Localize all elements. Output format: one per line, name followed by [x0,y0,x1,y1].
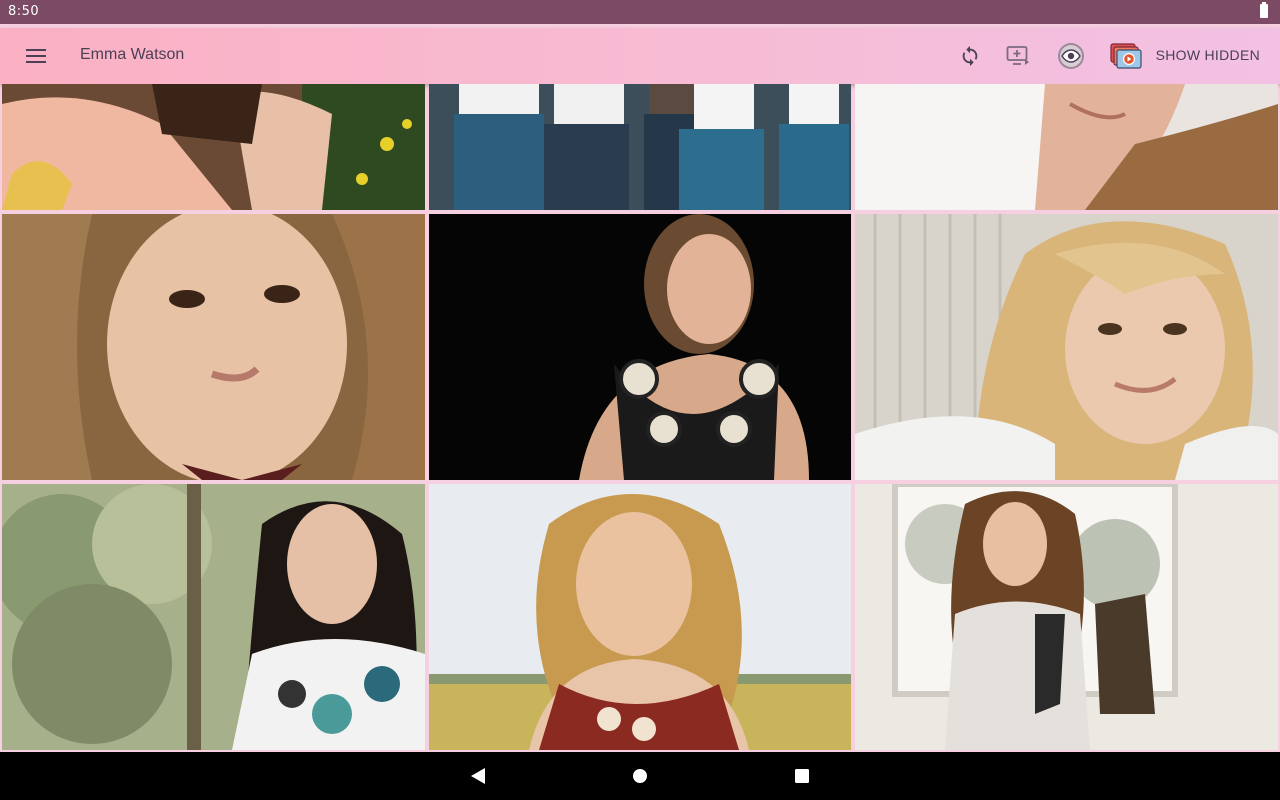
eye-icon [1058,43,1084,69]
home-button[interactable] [628,764,652,788]
nav-bar [0,752,1280,800]
gallery-image[interactable] [429,84,851,210]
home-circle-icon [633,769,647,783]
recents-button[interactable] [790,764,814,788]
refresh-icon [962,45,978,67]
image-grid [0,84,1280,752]
add-to-screen-icon [1006,46,1029,65]
menu-button[interactable] [16,36,56,76]
gallery-image[interactable] [855,214,1278,480]
status-bar: 8:50 [0,0,1280,24]
recents-square-icon [795,769,809,783]
status-time: 8:50 [8,4,40,19]
gallery-image[interactable] [855,484,1278,750]
video-stack-icon [1110,43,1142,69]
gallery-image[interactable] [2,214,425,480]
back-triangle-icon [471,768,485,784]
show-hidden-button[interactable]: SHOW HIDDEN [1156,47,1260,63]
battery-full-icon [1260,2,1268,18]
gallery-image[interactable] [429,214,851,480]
menu-icon [26,49,46,63]
video-button[interactable] [1106,36,1146,76]
hide-button[interactable] [1051,36,1091,76]
back-button[interactable] [466,764,490,788]
gallery-image[interactable] [2,84,425,210]
slideshow-button[interactable] [998,36,1038,76]
gallery-image[interactable] [855,84,1278,210]
refresh-button[interactable] [950,36,990,76]
gallery-image[interactable] [429,484,851,750]
app-bar: Emma Watson SHOW HIDDEN [0,28,1280,84]
gallery-image[interactable] [2,484,425,750]
page-title: Emma Watson [80,46,185,63]
